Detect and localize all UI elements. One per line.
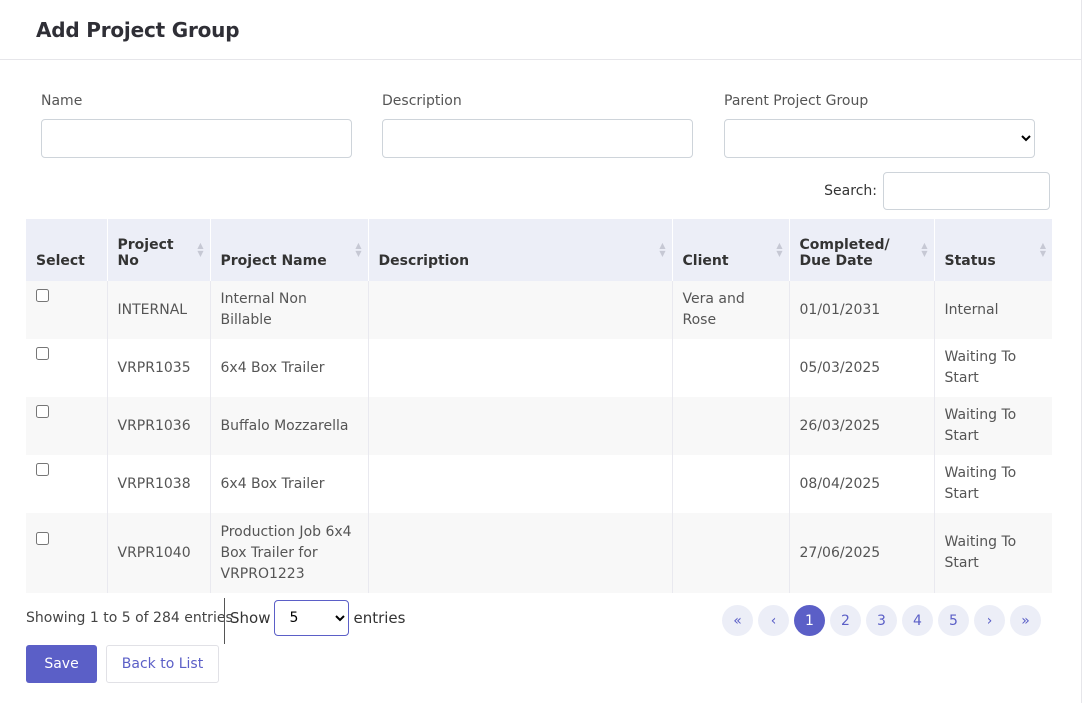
entries-info: Showing 1 to 5 of 284 entries — [26, 610, 233, 626]
table-row: VRPR1040 Production Job 6x4 Box Trailer … — [26, 513, 1052, 593]
description-cell — [368, 397, 673, 455]
project-name-cell: Production Job 6x4 Box Trailer for VRPRO… — [210, 513, 369, 593]
due-date-cell: 27/06/2025 — [789, 513, 935, 593]
pagination: « ‹ 1 2 3 4 5 › » — [722, 605, 1041, 636]
previous-page-button[interactable]: ‹ — [758, 605, 789, 636]
sort-icon: ▲ ▼ — [1039, 241, 1046, 258]
project-name-cell: 6x4 Box Trailer — [210, 339, 369, 397]
client-cell — [672, 455, 790, 513]
description-cell — [368, 455, 673, 513]
status-cell: Internal — [934, 281, 1052, 339]
status-cell: Waiting To Start — [934, 339, 1052, 397]
search-input[interactable] — [883, 172, 1050, 210]
save-button[interactable]: Save — [26, 645, 97, 683]
column-header-status[interactable]: Status ▲ ▼ — [934, 219, 1052, 281]
search-label: Search: — [824, 183, 877, 199]
form-actions: Save Back to List — [26, 645, 219, 683]
next-page-button[interactable]: › — [974, 605, 1005, 636]
project-name-cell: Buffalo Mozzarella — [210, 397, 369, 455]
row-checkbox[interactable] — [36, 346, 49, 360]
project-name-cell: 6x4 Box Trailer — [210, 455, 369, 513]
client-cell: Vera and Rose — [672, 281, 790, 339]
page-length-control: Show 5 entries — [230, 598, 405, 638]
chevron-right-icon: › — [986, 612, 993, 629]
page-title: Add Project Group — [36, 17, 240, 42]
name-input[interactable] — [41, 119, 352, 158]
row-checkbox[interactable] — [36, 462, 49, 476]
client-cell — [672, 513, 790, 593]
row-select-cell — [26, 513, 108, 593]
sort-icon: ▲ ▼ — [776, 241, 783, 258]
table-search: Search: — [824, 172, 1050, 210]
project-no-cell: VRPR1038 — [107, 455, 211, 513]
column-header-due-date[interactable]: Completed/Due Date ▲ ▼ — [789, 219, 935, 281]
row-checkbox[interactable] — [36, 531, 49, 545]
row-select-cell — [26, 455, 108, 513]
table-row: VRPR1035 6x4 Box Trailer 05/03/2025 Wait… — [26, 339, 1052, 397]
last-page-button[interactable]: » — [1010, 605, 1041, 636]
description-cell — [368, 281, 673, 339]
table-footer: Showing 1 to 5 of 284 entries Show 5 ent… — [26, 598, 1052, 644]
project-no-cell: VRPR1036 — [107, 397, 211, 455]
page-button-1[interactable]: 1 — [794, 605, 825, 636]
status-cell: Waiting To Start — [934, 397, 1052, 455]
back-to-list-button[interactable]: Back to List — [106, 645, 219, 683]
status-cell: Waiting To Start — [934, 513, 1052, 593]
column-header-select: Select — [26, 219, 108, 281]
name-label: Name — [41, 93, 83, 109]
row-checkbox[interactable] — [36, 288, 49, 302]
row-select-cell — [26, 397, 108, 455]
project-no-cell: VRPR1035 — [107, 339, 211, 397]
description-cell — [368, 513, 673, 593]
description-field-group: Description — [382, 93, 693, 158]
due-date-cell: 26/03/2025 — [789, 397, 935, 455]
first-page-button[interactable]: « — [722, 605, 753, 636]
sort-icon: ▲ ▼ — [197, 241, 204, 258]
description-label: Description — [382, 93, 462, 109]
table-row: INTERNAL Internal Non Billable Vera and … — [26, 281, 1052, 339]
table-row: VRPR1036 Buffalo Mozzarella 26/03/2025 W… — [26, 397, 1052, 455]
sort-icon: ▲ ▼ — [921, 241, 928, 258]
parent-group-label: Parent Project Group — [724, 93, 869, 109]
row-checkbox[interactable] — [36, 404, 49, 418]
sort-icon: ▲ ▼ — [355, 241, 362, 258]
show-label: Show — [230, 609, 271, 627]
divider — [224, 598, 225, 644]
double-chevron-left-icon: « — [733, 612, 742, 629]
double-chevron-right-icon: » — [1021, 612, 1030, 629]
status-cell: Waiting To Start — [934, 455, 1052, 513]
row-select-cell — [26, 339, 108, 397]
page-button-3[interactable]: 3 — [866, 605, 897, 636]
page-size-select[interactable]: 5 — [274, 600, 350, 636]
project-no-cell: VRPR1040 — [107, 513, 211, 593]
parent-group-select[interactable] — [724, 119, 1035, 158]
due-date-cell: 01/01/2031 — [789, 281, 935, 339]
page-header: Add Project Group — [0, 0, 1082, 60]
due-date-cell: 08/04/2025 — [789, 455, 935, 513]
parent-group-field-group: Parent Project Group — [724, 93, 1035, 158]
client-cell — [672, 339, 790, 397]
page-button-2[interactable]: 2 — [830, 605, 861, 636]
entries-label: entries — [353, 609, 406, 627]
page-button-5[interactable]: 5 — [938, 605, 969, 636]
page-button-4[interactable]: 4 — [902, 605, 933, 636]
row-select-cell — [26, 281, 108, 339]
table-row: VRPR1038 6x4 Box Trailer 08/04/2025 Wait… — [26, 455, 1052, 513]
table-header-row: Select Project No ▲ ▼ Project Name ▲ ▼ Desc… — [26, 219, 1052, 281]
column-header-project-name[interactable]: Project Name ▲ ▼ — [210, 219, 369, 281]
column-header-client[interactable]: Client ▲ ▼ — [672, 219, 790, 281]
projects-table: Select Project No ▲ ▼ Project Name ▲ ▼ Desc… — [26, 219, 1052, 593]
due-date-cell: 05/03/2025 — [789, 339, 935, 397]
name-field-group: Name — [41, 93, 352, 158]
project-name-cell: Internal Non Billable — [210, 281, 369, 339]
chevron-left-icon: ‹ — [770, 612, 777, 629]
project-no-cell: INTERNAL — [107, 281, 211, 339]
description-input[interactable] — [382, 119, 693, 158]
client-cell — [672, 397, 790, 455]
description-cell — [368, 339, 673, 397]
column-header-description[interactable]: Description ▲ ▼ — [368, 219, 673, 281]
sort-icon: ▲ ▼ — [659, 241, 666, 258]
column-header-project-no[interactable]: Project No ▲ ▼ — [107, 219, 211, 281]
